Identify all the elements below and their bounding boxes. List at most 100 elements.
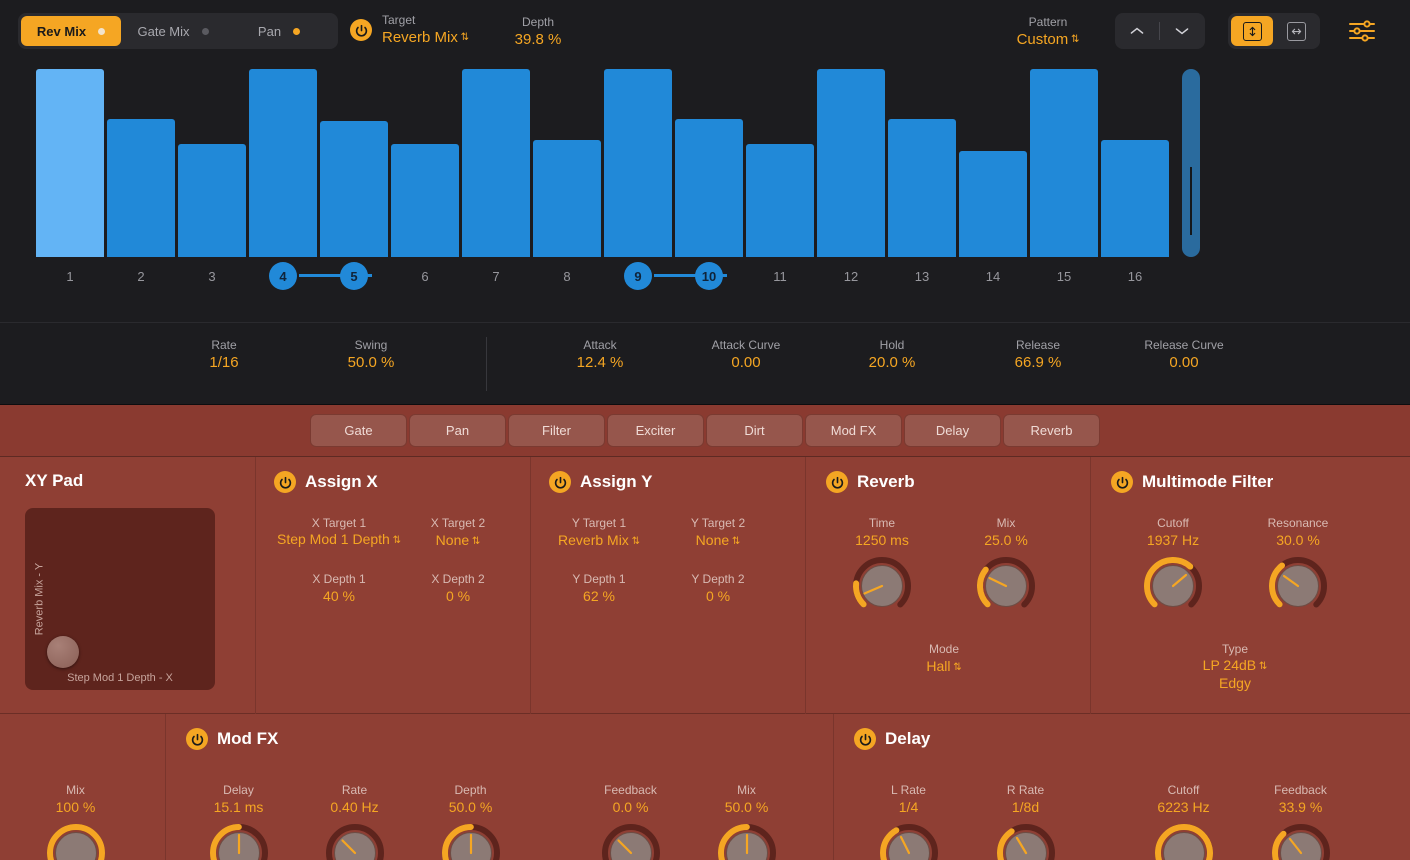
step-number[interactable]: 10 (695, 262, 723, 290)
power-icon[interactable] (186, 728, 208, 750)
modfx-mix[interactable]: Mix 50.0 % (679, 782, 814, 860)
reverb-mix-knob[interactable] (941, 555, 1071, 622)
pattern-stepper[interactable] (1115, 13, 1205, 49)
depth-readout[interactable]: Depth 39.8 % (478, 14, 598, 50)
tab-mod-fx[interactable]: Mod FX (805, 414, 902, 447)
y-depth-2[interactable]: Y Depth 2 0 % (648, 571, 788, 606)
pattern-readout[interactable]: Pattern Custom ⇅ (988, 14, 1108, 50)
mode-segmented-control[interactable]: Rev Mix Gate Mix Pan (18, 13, 338, 49)
modfx-rate[interactable]: Rate 0.40 Hz (287, 782, 422, 860)
power-icon[interactable] (1111, 471, 1133, 493)
modfx-rate-knob[interactable] (287, 822, 422, 860)
segment-gate-mix[interactable]: Gate Mix (121, 16, 225, 46)
xy-pad-handle[interactable] (47, 636, 79, 668)
reverb-mix[interactable]: Mix 25.0 % (941, 515, 1071, 622)
power-icon[interactable] (826, 471, 848, 493)
delay-r-rate-knob[interactable] (958, 822, 1093, 860)
reverb-time-knob[interactable] (817, 555, 947, 622)
sequencer-scrollbar[interactable] (1182, 69, 1200, 257)
param-attack[interactable]: Attack 12.4 % (540, 337, 660, 373)
step-sequencer-bars[interactable] (18, 62, 1392, 257)
step-number[interactable]: 5 (340, 262, 368, 290)
step-number[interactable]: 11 (766, 262, 794, 290)
pattern-prev-button[interactable] (1115, 13, 1159, 49)
modfx-feedback[interactable]: Feedback 0.0 % (563, 782, 698, 860)
target-readout[interactable]: Target Reverb Mix ⇅ (382, 12, 469, 48)
horizontal-resize-button[interactable] (1275, 16, 1317, 46)
tab-exciter[interactable]: Exciter (607, 414, 704, 447)
x-target-2[interactable]: X Target 2 None ⇅ (388, 515, 528, 551)
param-swing[interactable]: Swing 50.0 % (311, 337, 431, 373)
tab-dirt[interactable]: Dirt (706, 414, 803, 447)
modfx-rate-value: 0.40 Hz (330, 799, 379, 815)
delay-l-rate-knob[interactable] (841, 822, 976, 860)
power-icon[interactable] (274, 471, 296, 493)
param-hold[interactable]: Hold 20.0 % (832, 337, 952, 373)
param-release[interactable]: Release 66.9 % (978, 337, 1098, 373)
pattern-next-button[interactable] (1160, 13, 1204, 49)
step-number[interactable]: 12 (837, 262, 865, 290)
y-target-2[interactable]: Y Target 2 None ⇅ (648, 515, 788, 551)
delay-feedback[interactable]: Feedback 33.9 % (1233, 782, 1368, 860)
param-release-curve[interactable]: Release Curve 0.00 (1124, 337, 1244, 373)
step-number-row[interactable]: 1 2 3 4 5 6 7 8 9 10 11 12 13 14 15 16 (18, 262, 1392, 298)
step-number[interactable]: 7 (482, 262, 510, 290)
delay-feedback-knob[interactable] (1233, 822, 1368, 860)
step-number[interactable]: 14 (979, 262, 1007, 290)
step-number[interactable]: 2 (127, 262, 155, 290)
delay-cutoff[interactable]: Cutoff 6223 Hz (1116, 782, 1251, 860)
modfx-delay[interactable]: Delay 15.1 ms (171, 782, 306, 860)
modfx-mix-knob[interactable] (679, 822, 814, 860)
vertical-resize-button[interactable] (1231, 16, 1273, 46)
step-number[interactable]: 3 (198, 262, 226, 290)
step-number[interactable]: 1 (56, 262, 84, 290)
reverb-time[interactable]: Time 1250 ms (817, 515, 947, 622)
segment-pan[interactable]: Pan (225, 16, 333, 46)
tab-filter[interactable]: Filter (508, 414, 605, 447)
xy-pad[interactable]: Reverb Mix - Y Step Mod 1 Depth - X (25, 508, 215, 690)
sliders-icon[interactable] (1348, 18, 1376, 49)
delay-r-rate[interactable]: R Rate 1/8d (958, 782, 1093, 860)
power-icon[interactable] (549, 471, 571, 493)
scrollbar-thumb[interactable] (1190, 167, 1192, 235)
effect-tab-strip[interactable]: Gate Pan Filter Exciter Dirt Mod FX Dela… (0, 405, 1410, 457)
filter-resonance-knob[interactable] (1223, 555, 1373, 622)
view-mode-toggles[interactable] (1228, 13, 1320, 49)
segment-label: Gate Mix (137, 23, 190, 39)
step-number[interactable]: 4 (269, 262, 297, 290)
param-attack-curve[interactable]: Attack Curve 0.00 (686, 337, 806, 373)
sequencer-zone: Rev Mix Gate Mix Pan Target Reverb Mix ⇅ (0, 0, 1410, 405)
modfx-delay-label: Delay (223, 783, 254, 797)
filter-resonance[interactable]: Resonance 30.0 % (1223, 515, 1373, 622)
modfx-depth-knob[interactable] (403, 822, 538, 860)
param-rate[interactable]: Rate 1/16 (164, 337, 284, 373)
power-icon[interactable] (854, 728, 876, 750)
param-label: Swing (354, 338, 388, 352)
tab-pan[interactable]: Pan (409, 414, 506, 447)
modfx-delay-knob[interactable] (171, 822, 306, 860)
step-number[interactable]: 13 (908, 262, 936, 290)
param-label: Release (1015, 338, 1061, 352)
delay-l-rate[interactable]: L Rate 1/4 (841, 782, 976, 860)
reverb-mode[interactable]: Mode Hall ⇅ (879, 641, 1009, 677)
step-number[interactable]: 16 (1121, 262, 1149, 290)
delay-cutoff-knob[interactable] (1116, 822, 1251, 860)
param-value: 66.9 % (1014, 354, 1062, 371)
mod-fx-header: Mod FX (186, 728, 278, 750)
tab-reverb[interactable]: Reverb (1003, 414, 1100, 447)
modfx-depth[interactable]: Depth 50.0 % (403, 782, 538, 860)
filter-type[interactable]: Type LP 24dB ⇅ Edgy (1160, 641, 1310, 692)
step-number[interactable]: 8 (553, 262, 581, 290)
tab-delay[interactable]: Delay (904, 414, 1001, 447)
modfx-feedback-knob[interactable] (563, 822, 698, 860)
step-number[interactable]: 6 (411, 262, 439, 290)
chevron-updown-icon: ⇅ (950, 661, 962, 673)
bottom-mix-knob[interactable] (8, 822, 143, 860)
x-depth-2[interactable]: X Depth 2 0 % (388, 571, 528, 606)
bottom-mix[interactable]: Mix 100 % (8, 782, 143, 860)
tab-gate[interactable]: Gate (310, 414, 407, 447)
step-number[interactable]: 15 (1050, 262, 1078, 290)
segment-rev-mix[interactable]: Rev Mix (21, 16, 121, 46)
step-number[interactable]: 9 (624, 262, 652, 290)
power-icon[interactable] (350, 19, 372, 42)
